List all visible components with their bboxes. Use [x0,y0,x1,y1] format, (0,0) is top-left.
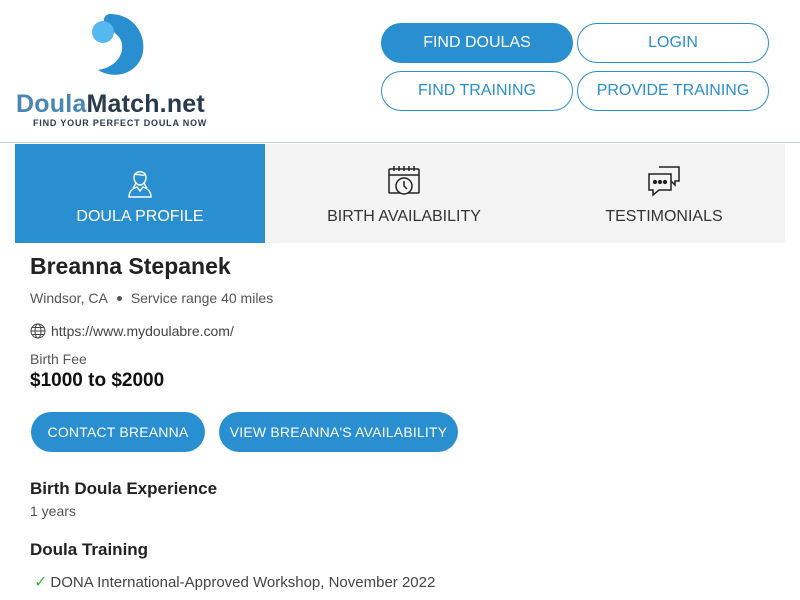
find-training-button[interactable]: FIND TRAINING [381,71,573,111]
separator-dot [116,295,122,301]
globe-icon [30,323,46,339]
site-header: DoulaMatch.net FIND YOUR PERFECT DOULA N… [0,0,800,143]
logo-mark-icon [92,14,144,75]
contact-button[interactable]: CONTACT BREANNA [31,412,205,452]
birth-fee-label: Birth Fee [30,351,87,367]
doula-person-icon [128,171,152,198]
experience-heading: Birth Doula Experience [30,479,218,498]
tab-birth-availability[interactable]: BIRTH AVAILABILITY [265,144,543,243]
view-availability-button[interactable]: VIEW BREANNA'S AVAILABILITY [219,412,458,452]
logo-wordmark: DoulaMatch.net [16,90,205,119]
birth-fee-value: $1000 to $2000 [30,370,165,391]
logo-tagline: FIND YOUR PERFECT DOULA NOW [33,118,208,128]
tab-birth-availability-label: BIRTH AVAILABILITY [327,208,481,225]
logo-wordmark-part2: Match.net [86,90,205,118]
chat-bubbles-icon [648,166,680,197]
training-list-item: ✓ DONA International-Approved Workshop, … [34,572,435,592]
calendar-clock-icon [388,166,420,195]
profile-tabs: DOULA PROFILE BIRTH AVAILABILITY TESTIMO… [15,144,785,243]
site-logo[interactable]: DoulaMatch.net FIND YOUR PERFECT DOULA N… [16,12,226,132]
find-doulas-button[interactable]: FIND DOULAS [381,23,573,63]
training-heading: Doula Training [30,540,149,559]
training-item-text: DONA International-Approved Workshop, No… [50,573,436,591]
logo-wordmark-part1: Doula [16,90,87,118]
checkmark-icon: ✓ [34,574,48,591]
login-button[interactable]: LOGIN [577,23,769,63]
experience-value: 1 years [30,503,76,519]
tab-testimonials-label: TESTIMONIALS [605,208,723,225]
website-line: https://www.mydoulabre.com/ [30,323,234,339]
location-line: Windsor, CA Service range 40 miles [30,290,273,306]
tab-testimonials[interactable]: TESTIMONIALS [543,144,785,243]
location: Windsor, CA [30,290,108,306]
doula-name: Breanna Stepanek [30,253,231,279]
tab-doula-profile-label: DOULA PROFILE [76,208,204,225]
provide-training-button[interactable]: PROVIDE TRAINING [577,71,769,111]
tab-doula-profile[interactable]: DOULA PROFILE [15,144,265,243]
service-range: Service range 40 miles [130,290,274,306]
website-link[interactable]: https://www.mydoulabre.com/ [51,323,234,339]
